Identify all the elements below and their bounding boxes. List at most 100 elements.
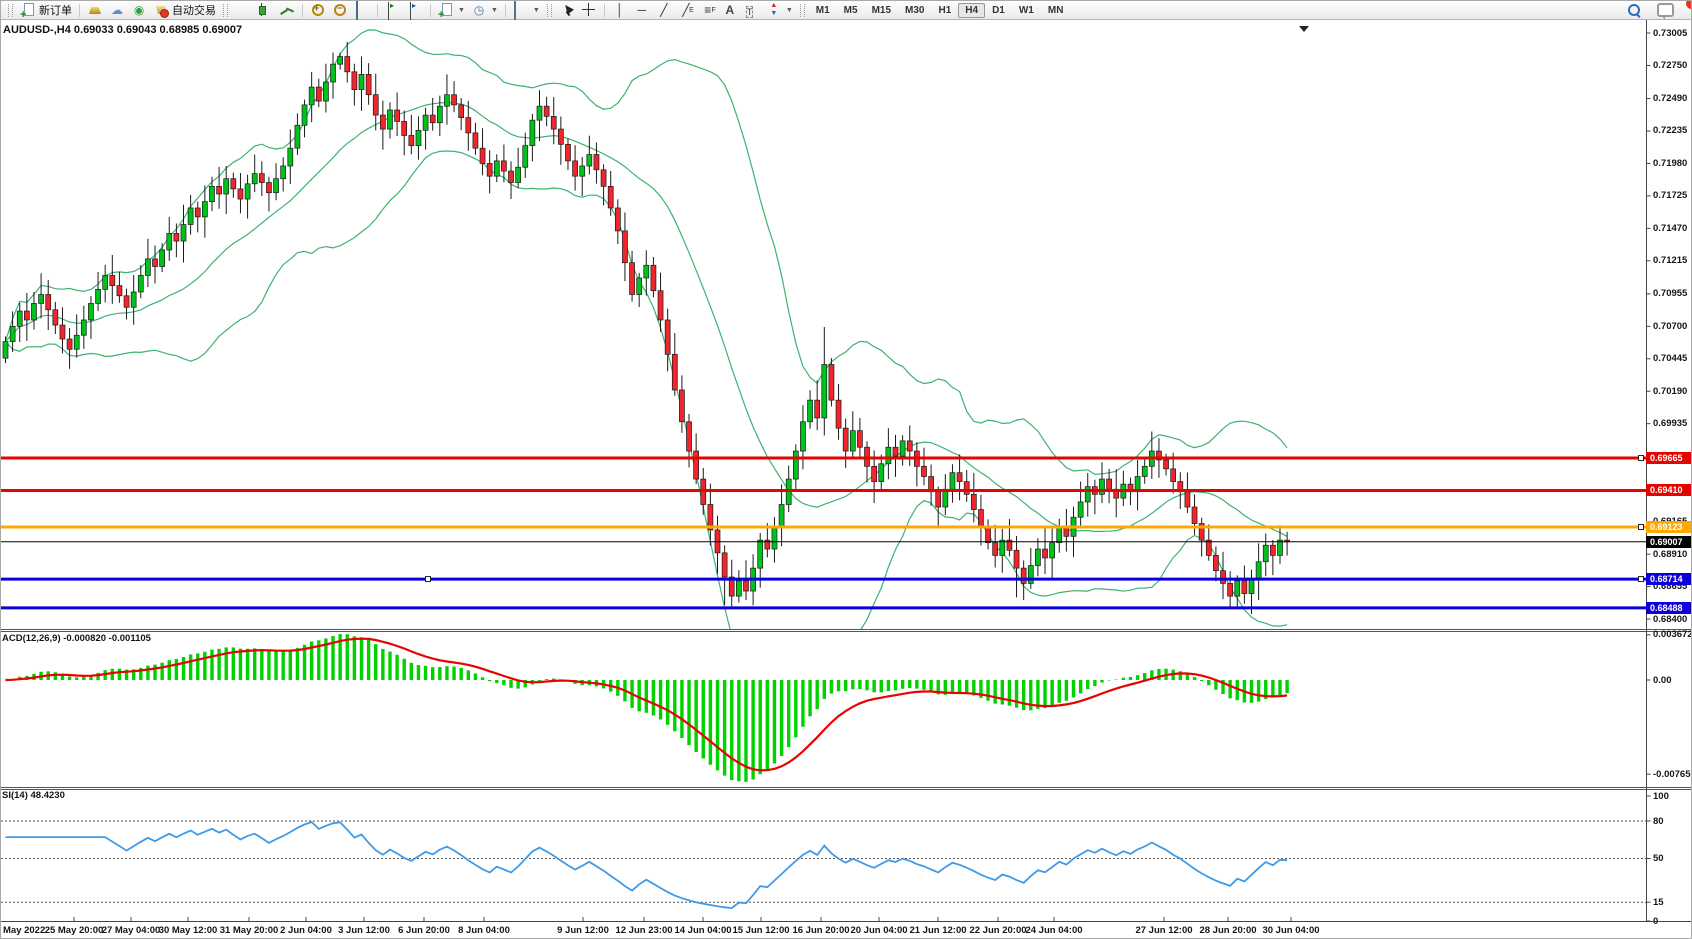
separator xyxy=(604,4,605,17)
tile-windows-button[interactable] xyxy=(351,2,373,19)
timeframe-button-d1[interactable]: D1 xyxy=(985,3,1012,18)
signals-button[interactable]: ◉ xyxy=(128,2,150,19)
line-chart-icon xyxy=(279,2,295,18)
equidistant-channel-button[interactable]: ╱E xyxy=(675,2,697,19)
cursor-button[interactable] xyxy=(556,2,578,19)
toolbar-grip xyxy=(800,4,805,17)
time-axis-label: 22 Jun 20:00 xyxy=(969,925,1026,936)
time-axis-label: 25 May 20:00 xyxy=(45,925,104,936)
chart-template-icon xyxy=(514,1,516,20)
timeframe-button-m5[interactable]: M5 xyxy=(837,3,865,18)
chevron-down-icon: ▼ xyxy=(533,7,540,14)
bid-price-label: 0.69007 xyxy=(1646,536,1692,548)
periods-button[interactable]: ◷▼ xyxy=(468,2,501,19)
timeframe-button-w1[interactable]: W1 xyxy=(1012,3,1041,18)
autotrading-icon xyxy=(153,2,169,18)
line-chart-button[interactable] xyxy=(276,2,298,19)
timeframe-button-h1[interactable]: H1 xyxy=(931,3,958,18)
hline-price-label: 0.69123 xyxy=(1646,521,1692,533)
trendline-button[interactable]: ╱ xyxy=(653,2,675,19)
timeframe-button-mn[interactable]: MN xyxy=(1041,3,1071,18)
hline-price-label: 0.68714 xyxy=(1646,573,1692,585)
zoom-out-icon xyxy=(332,2,348,18)
time-axis-label: 30 May 12:00 xyxy=(159,925,218,936)
gold-ingot-icon xyxy=(87,2,103,18)
vertical-line-icon: │ xyxy=(612,2,628,18)
text-icon: A xyxy=(722,2,738,18)
time-axis-label: 27 May 04:00 xyxy=(102,925,161,936)
vertical-line-button[interactable]: │ xyxy=(609,2,631,19)
horizontal-line-icon: ─ xyxy=(634,2,650,18)
chart-area[interactable]: AUDUSD-,H4 0.69033 0.69043 0.68985 0.690… xyxy=(1,20,1692,939)
new-order-button[interactable]: 新订单 xyxy=(17,2,75,19)
chevron-down-icon: ▼ xyxy=(458,7,465,14)
autotrading-label: 自动交易 xyxy=(172,2,216,18)
horizontal-line-button[interactable]: ─ xyxy=(631,2,653,19)
price-tick-label: 0.68910 xyxy=(1653,549,1687,560)
rsi-tick-label: 50 xyxy=(1653,853,1664,864)
candlestick-icon xyxy=(257,2,273,18)
rsi-tick-label: 100 xyxy=(1653,791,1669,802)
time-axis-label: 14 Jun 04:00 xyxy=(674,925,731,936)
price-tick-label: 0.70955 xyxy=(1653,288,1687,299)
time-axis-label: 21 Jun 12:00 xyxy=(909,925,966,936)
price-tick-label: 0.70700 xyxy=(1653,321,1687,332)
macd-tick-label: -0.007656 xyxy=(1653,769,1692,780)
zoom-out-button[interactable] xyxy=(329,2,351,19)
time-axis-label: 16 Jun 20:00 xyxy=(792,925,849,936)
crosshair-button[interactable] xyxy=(578,2,600,19)
cloud-icon: ☁ xyxy=(109,2,125,18)
time-axis-label: 30 Jun 04:00 xyxy=(1262,925,1319,936)
hline-price-label: 0.68488 xyxy=(1646,602,1692,614)
fibonacci-icon: ≡F xyxy=(700,2,716,18)
text-label-button[interactable]: T xyxy=(741,2,763,19)
price-tick-label: 0.68400 xyxy=(1653,614,1687,625)
time-axis-label: 24 Jun 04:00 xyxy=(1025,925,1082,936)
fibonacci-button[interactable]: ≡F xyxy=(697,2,719,19)
indicators-button[interactable]: ▼ xyxy=(435,2,468,19)
separator xyxy=(505,4,506,17)
auto-scroll-icon xyxy=(388,2,389,20)
price-tick-label: 0.72490 xyxy=(1653,93,1687,104)
new-order-label: 新订单 xyxy=(39,2,72,18)
timeframe-button-m1[interactable]: M1 xyxy=(809,3,837,18)
auto-scroll-button[interactable] xyxy=(382,2,404,19)
tile-windows-icon xyxy=(356,1,358,20)
zoom-in-button[interactable] xyxy=(307,2,329,19)
price-tick-label: 0.70190 xyxy=(1653,386,1687,397)
separator xyxy=(302,4,303,17)
community-button[interactable]: ☁ xyxy=(106,2,128,19)
toolbar-grip xyxy=(8,4,13,17)
search-button[interactable] xyxy=(1623,2,1645,19)
chart-shift-button[interactable] xyxy=(404,2,426,19)
bar-chart-button[interactable] xyxy=(232,2,254,19)
rsi-indicator-label: SI(14) 48.4230 xyxy=(2,790,65,801)
timeframe-button-m15[interactable]: M15 xyxy=(865,3,898,18)
separator xyxy=(430,4,431,17)
toolbar-right: 1 xyxy=(1623,2,1678,19)
trendline-icon: ╱ xyxy=(656,2,672,18)
templates-button[interactable]: ▼ xyxy=(510,2,543,19)
time-axis-label: 27 Jun 12:00 xyxy=(1135,925,1192,936)
candlestick-chart-button[interactable] xyxy=(254,2,276,19)
time-axis-label: 20 Jun 04:00 xyxy=(850,925,907,936)
text-label-icon: T xyxy=(746,6,754,18)
text-button[interactable]: A xyxy=(719,2,741,19)
arrows-icon: ▲▼ xyxy=(766,2,782,18)
time-axis-label: 8 Jun 04:00 xyxy=(458,925,510,936)
notifications-button[interactable]: 1 xyxy=(1653,2,1678,19)
autotrading-button[interactable]: 自动交易 xyxy=(150,2,219,19)
price-tick-label: 0.71725 xyxy=(1653,190,1687,201)
add-indicator-icon xyxy=(438,2,454,18)
arrows-button[interactable]: ▲▼▼ xyxy=(763,2,796,19)
price-tick-label: 0.73005 xyxy=(1653,28,1687,39)
chart-shift-icon xyxy=(410,2,411,20)
cursor-icon xyxy=(559,2,575,18)
rsi-tick-label: 80 xyxy=(1653,816,1664,827)
timeframe-button-h4[interactable]: H4 xyxy=(958,3,985,18)
time-axis-label: 12 Jun 23:00 xyxy=(615,925,672,936)
timeframe-button-m30[interactable]: M30 xyxy=(898,3,931,18)
hline-price-label: 0.69665 xyxy=(1646,452,1692,464)
deposit-button[interactable] xyxy=(84,2,106,19)
crosshair-icon xyxy=(581,2,597,18)
